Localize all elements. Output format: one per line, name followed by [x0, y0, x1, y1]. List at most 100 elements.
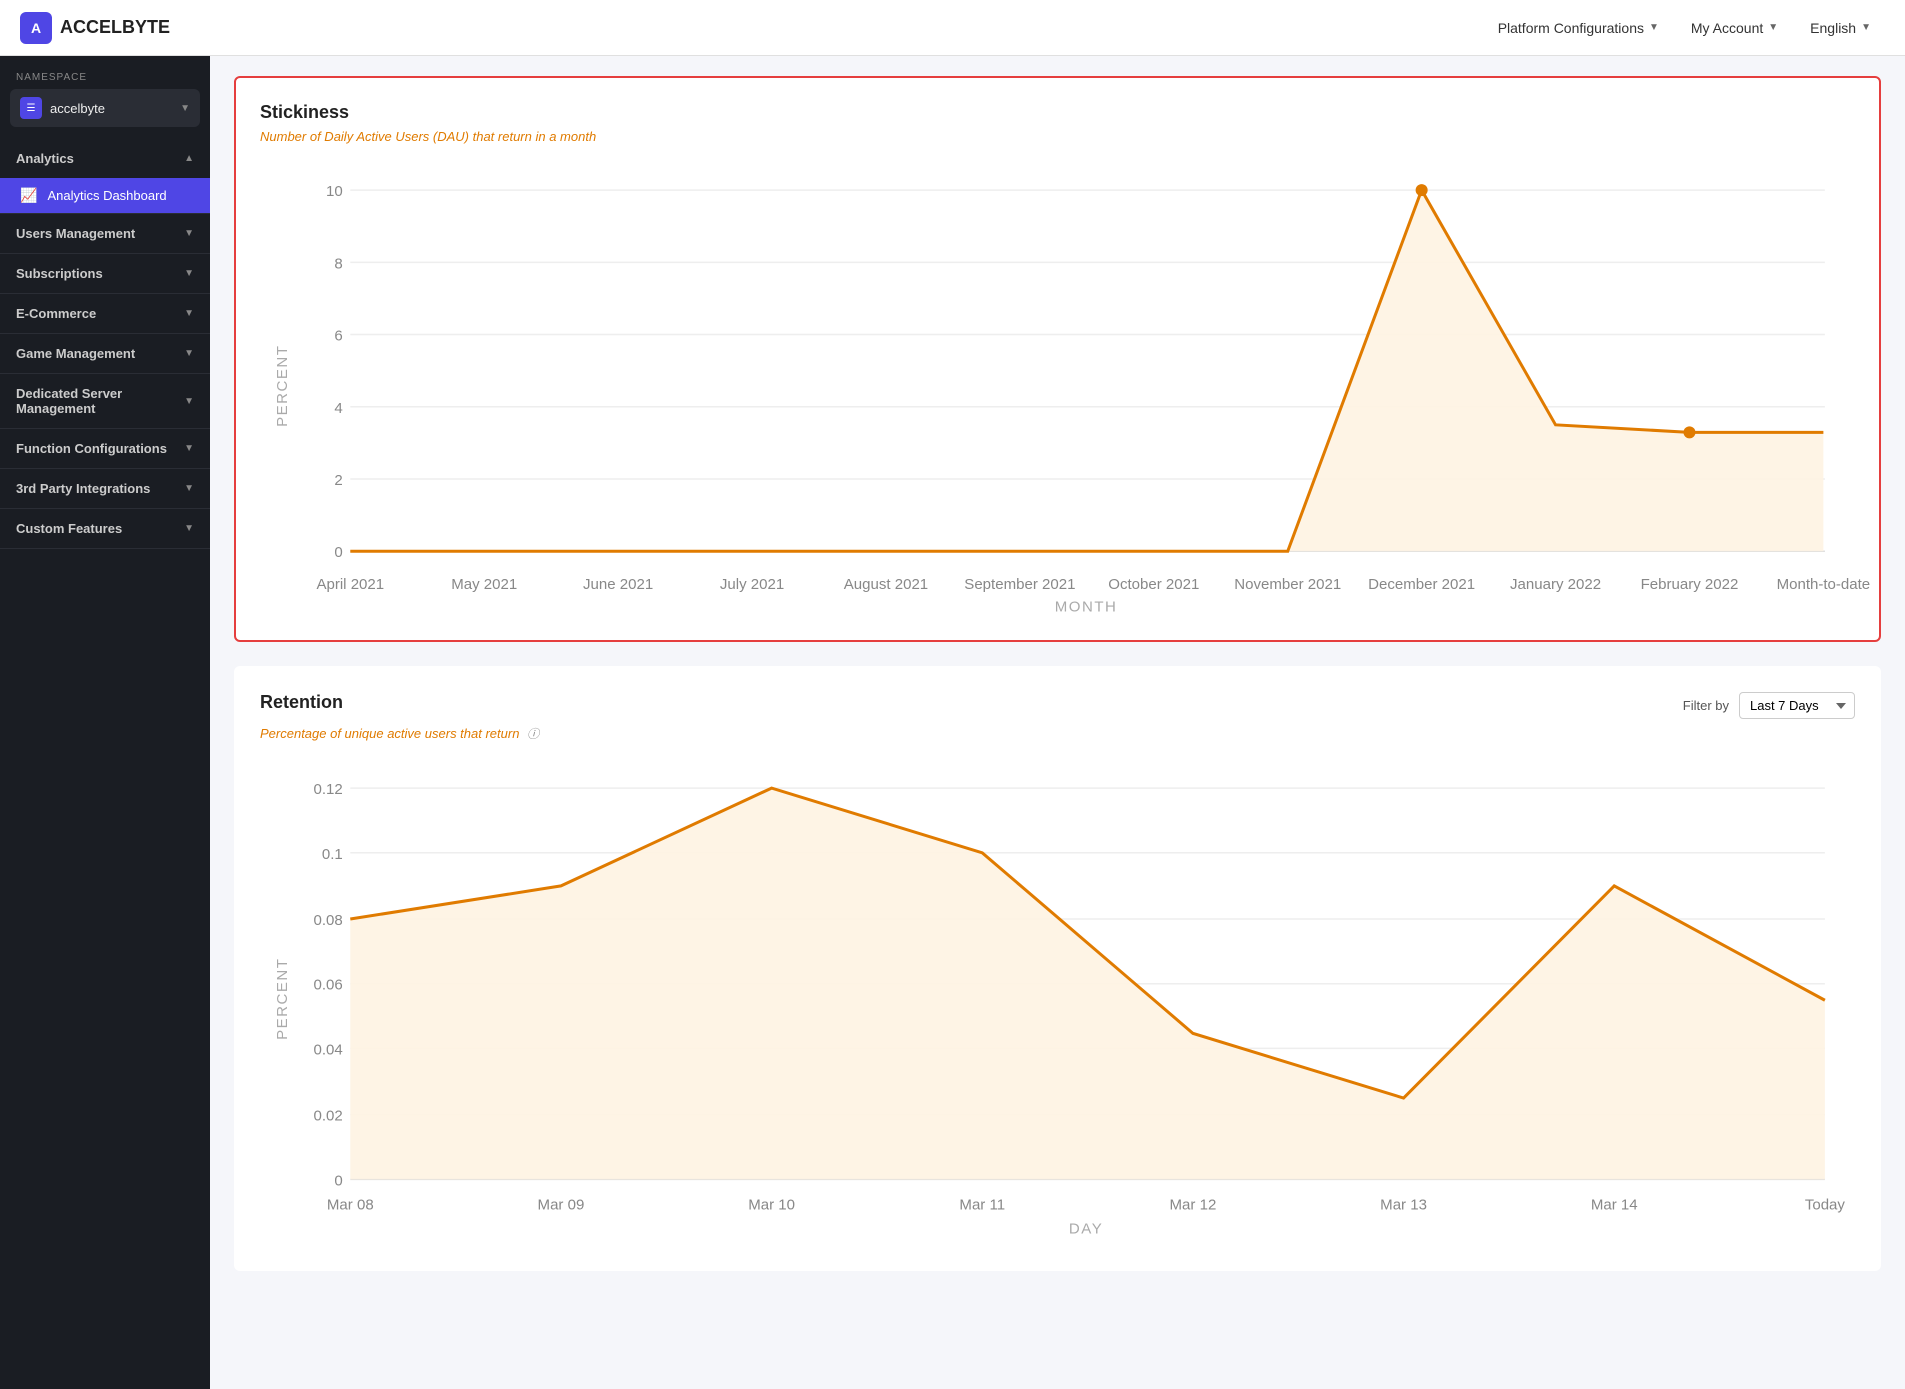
- svg-text:0.08: 0.08: [314, 912, 343, 929]
- svg-text:0.1: 0.1: [322, 846, 343, 863]
- stickiness-x-jan: January 2022: [1510, 576, 1601, 593]
- sidebar-section-3rd-party: 3rd Party Integrations ▼: [0, 469, 210, 509]
- svg-text:8: 8: [334, 255, 342, 272]
- retention-chart-wrapper: PERCENT 0 0.0: [260, 758, 1855, 1245]
- main-content: Stickiness Number of Daily Active Users …: [210, 56, 1905, 1389]
- my-account-button[interactable]: My Account ▼: [1677, 14, 1792, 42]
- retention-x-mar08: Mar 08: [327, 1197, 374, 1214]
- stickiness-x-may: May 2021: [451, 576, 517, 593]
- retention-x-mar14: Mar 14: [1591, 1197, 1638, 1214]
- analytics-section-chevron-icon: ▲: [184, 153, 194, 164]
- stickiness-chart-card: Stickiness Number of Daily Active Users …: [234, 76, 1881, 642]
- stickiness-y-axis-label: PERCENT: [274, 345, 291, 427]
- namespace-chevron-icon: ▼: [180, 103, 190, 114]
- sidebar-section-header-ecommerce[interactable]: E-Commerce ▼: [0, 294, 210, 333]
- stickiness-chart-wrapper: PERCENT 0 2 4 6 8 10: [260, 160, 1855, 616]
- analytics-dashboard-icon: 📈: [20, 187, 37, 204]
- svg-text:0.06: 0.06: [314, 977, 343, 994]
- svg-text:10: 10: [326, 183, 343, 200]
- ecommerce-section-chevron-icon: ▼: [184, 308, 194, 319]
- users-section-chevron-icon: ▼: [184, 228, 194, 239]
- sidebar-section-function-configs: Function Configurations ▼: [0, 429, 210, 469]
- dedicated-server-chevron-icon: ▼: [184, 396, 194, 407]
- app-body: NAMESPACE ☰ accelbyte ▼ Analytics ▲ 📈 An…: [0, 56, 1905, 1389]
- stickiness-x-apr: April 2021: [316, 576, 384, 593]
- function-configs-chevron-icon: ▼: [184, 443, 194, 454]
- sidebar-section-header-analytics[interactable]: Analytics ▲: [0, 139, 210, 178]
- language-chevron-icon: ▼: [1861, 22, 1871, 33]
- filter-label: Filter by: [1683, 698, 1729, 713]
- sidebar-section-header-subscriptions[interactable]: Subscriptions ▼: [0, 254, 210, 293]
- sidebar-section-header-game[interactable]: Game Management ▼: [0, 334, 210, 373]
- stickiness-area: [350, 190, 1823, 551]
- svg-text:6: 6: [334, 328, 342, 345]
- namespace-selector[interactable]: ☰ accelbyte ▼: [10, 89, 200, 127]
- svg-text:0.04: 0.04: [314, 1042, 343, 1059]
- retention-x-mar11: Mar 11: [959, 1197, 1005, 1214]
- retention-x-mar09: Mar 09: [538, 1197, 585, 1214]
- platform-configs-chevron-icon: ▼: [1649, 22, 1659, 33]
- stickiness-x-oct: October 2021: [1108, 576, 1199, 593]
- stickiness-x-sep: September 2021: [964, 576, 1075, 593]
- stickiness-x-aug: August 2021: [844, 576, 928, 593]
- stickiness-subtitle: Number of Daily Active Users (DAU) that …: [260, 129, 1855, 144]
- stickiness-chart-svg: PERCENT 0 2 4 6 8 10: [260, 160, 1855, 611]
- sidebar-section-header-3rd-party[interactable]: 3rd Party Integrations ▼: [0, 469, 210, 508]
- retention-x-mar13: Mar 13: [1380, 1197, 1427, 1214]
- custom-features-chevron-icon: ▼: [184, 523, 194, 534]
- retention-chart-svg: PERCENT 0 0.0: [260, 758, 1855, 1240]
- stickiness-x-jun: June 2021: [583, 576, 653, 593]
- namespace-name: accelbyte: [50, 101, 172, 116]
- account-chevron-icon: ▼: [1768, 22, 1778, 33]
- logo-text: ACCELBYTE: [60, 17, 170, 38]
- svg-text:0: 0: [334, 1173, 342, 1190]
- sidebar: NAMESPACE ☰ accelbyte ▼ Analytics ▲ 📈 An…: [0, 56, 210, 1389]
- namespace-icon: ☰: [20, 97, 42, 119]
- retention-subtitle: Percentage of unique active users that r…: [260, 725, 1855, 742]
- sidebar-section-subscriptions: Subscriptions ▼: [0, 254, 210, 294]
- sidebar-section-users: Users Management ▼: [0, 214, 210, 254]
- retention-header-row: Retention Filter by Last 7 Days Last 14 …: [260, 692, 1855, 719]
- retention-x-today: Today: [1805, 1197, 1846, 1214]
- sidebar-section-analytics: Analytics ▲ 📈 Analytics Dashboard: [0, 139, 210, 214]
- svg-text:0.02: 0.02: [314, 1108, 343, 1125]
- stickiness-dot-feb: [1683, 426, 1695, 438]
- retention-title: Retention: [260, 692, 343, 713]
- stickiness-title: Stickiness: [260, 102, 1855, 123]
- retention-filter-row: Filter by Last 7 Days Last 14 Days Last …: [1683, 692, 1855, 719]
- stickiness-x-feb: February 2022: [1641, 576, 1739, 593]
- stickiness-x-axis-title: MONTH: [1055, 598, 1118, 615]
- retention-chart-card: Retention Filter by Last 7 Days Last 14 …: [234, 666, 1881, 1271]
- logo-area: A ACCELBYTE: [20, 12, 1484, 44]
- stickiness-x-nov: November 2021: [1234, 576, 1341, 593]
- stickiness-x-dec: December 2021: [1368, 576, 1475, 593]
- sidebar-section-custom-features: Custom Features ▼: [0, 509, 210, 549]
- namespace-label: NAMESPACE: [0, 56, 210, 89]
- retention-filter-select[interactable]: Last 7 Days Last 14 Days Last 30 Days: [1739, 692, 1855, 719]
- stickiness-x-jul: July 2021: [720, 576, 784, 593]
- subscriptions-section-chevron-icon: ▼: [184, 268, 194, 279]
- language-button[interactable]: English ▼: [1796, 14, 1885, 42]
- sidebar-section-dedicated-server: Dedicated Server Management ▼: [0, 374, 210, 429]
- platform-configs-button[interactable]: Platform Configurations ▼: [1484, 14, 1673, 42]
- game-section-chevron-icon: ▼: [184, 348, 194, 359]
- nav-right: Platform Configurations ▼ My Account ▼ E…: [1484, 14, 1885, 42]
- top-navigation: A ACCELBYTE Platform Configurations ▼ My…: [0, 0, 1905, 56]
- retention-x-mar12: Mar 12: [1170, 1197, 1217, 1214]
- 3rd-party-chevron-icon: ▼: [184, 483, 194, 494]
- sidebar-section-header-dedicated-server[interactable]: Dedicated Server Management ▼: [0, 374, 210, 428]
- svg-text:0: 0: [334, 544, 342, 561]
- svg-text:0.12: 0.12: [314, 782, 343, 799]
- retention-x-axis-title: DAY: [1069, 1221, 1103, 1238]
- sidebar-item-analytics-dashboard[interactable]: 📈 Analytics Dashboard: [0, 178, 210, 213]
- retention-x-mar10: Mar 10: [748, 1197, 795, 1214]
- sidebar-section-header-function-configs[interactable]: Function Configurations ▼: [0, 429, 210, 468]
- svg-text:4: 4: [334, 400, 342, 417]
- stickiness-dot-dec: [1416, 184, 1428, 196]
- svg-text:2: 2: [334, 472, 342, 489]
- retention-info-icon[interactable]: ⓘ: [527, 727, 539, 741]
- retention-area: [350, 789, 1825, 1180]
- sidebar-section-header-custom-features[interactable]: Custom Features ▼: [0, 509, 210, 548]
- sidebar-section-header-users[interactable]: Users Management ▼: [0, 214, 210, 253]
- sidebar-section-ecommerce: E-Commerce ▼: [0, 294, 210, 334]
